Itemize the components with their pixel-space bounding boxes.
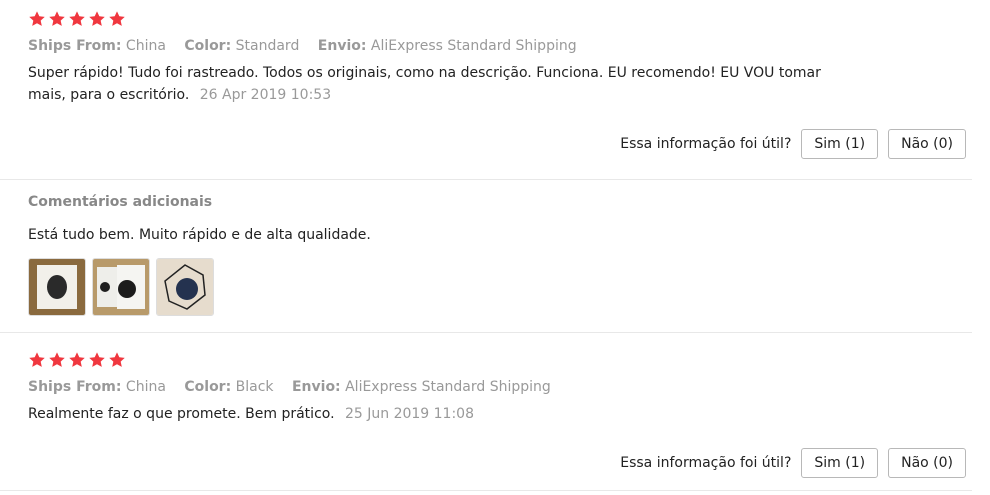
star-icon (48, 351, 66, 369)
divider (0, 490, 972, 491)
star-icon (88, 351, 106, 369)
star-icon (68, 10, 86, 28)
review-text: Realmente faz o que promete. Bem prático… (28, 403, 828, 425)
envio-key: Envio: (317, 38, 367, 54)
photo-thumbnail[interactable] (156, 258, 214, 316)
star-icon (108, 351, 126, 369)
envio-value: AliExpress Standard Shipping (370, 38, 577, 54)
star-icon (68, 351, 86, 369)
ships-from-key: Ships From: (28, 38, 122, 54)
divider (0, 179, 972, 180)
yes-button[interactable]: Sim (1) (801, 129, 879, 159)
review-text: Super rápido! Tudo foi rastreado. Todos … (28, 62, 828, 106)
star-icon (88, 10, 106, 28)
star-icon (108, 10, 126, 28)
helpful-bar: Essa informação foi útil? Sim (1) Não (0… (620, 448, 966, 478)
envio-value: AliExpress Standard Shipping (345, 379, 551, 395)
star-icon (28, 351, 46, 369)
photo-thumbnails (28, 258, 214, 316)
ships-from-key: Ships From: (28, 379, 122, 395)
review-1: Ships From: China Color: Standard Envio:… (28, 10, 972, 106)
ships-from-value: China (125, 38, 166, 54)
review-body: Realmente faz o que promete. Bem prático… (28, 406, 335, 422)
review-meta: Ships From: China Color: Black Envio: Al… (28, 379, 972, 395)
color-value: Standard (235, 38, 300, 54)
review-date: 25 Jun 2019 11:08 (344, 406, 474, 422)
envio-key: Envio: (291, 379, 341, 395)
yes-button[interactable]: Sim (1) (801, 448, 879, 478)
color-value: Black (235, 379, 274, 395)
color-key: Color: (184, 379, 232, 395)
divider (0, 332, 972, 333)
star-rating (28, 351, 972, 369)
additional-comments-title: Comentários adicionais (28, 194, 213, 210)
no-button[interactable]: Não (0) (888, 448, 966, 478)
helpful-question: Essa informação foi útil? (620, 455, 792, 471)
helpful-question: Essa informação foi útil? (620, 136, 792, 152)
star-rating (28, 10, 972, 28)
no-button[interactable]: Não (0) (888, 129, 966, 159)
review-2: Ships From: China Color: Black Envio: Al… (28, 351, 972, 425)
photo-thumbnail[interactable] (28, 258, 86, 316)
photo-thumbnail[interactable] (92, 258, 150, 316)
color-key: Color: (184, 38, 232, 54)
review-body: Super rápido! Tudo foi rastreado. Todos … (28, 65, 821, 103)
review-meta: Ships From: China Color: Standard Envio:… (28, 38, 972, 54)
review-date: 26 Apr 2019 10:53 (199, 87, 332, 103)
additional-comments-text: Está tudo bem. Muito rápido e de alta qu… (28, 227, 371, 243)
helpful-bar: Essa informação foi útil? Sim (1) Não (0… (620, 129, 966, 159)
star-icon (28, 10, 46, 28)
ships-from-value: China (125, 379, 166, 395)
star-icon (48, 10, 66, 28)
